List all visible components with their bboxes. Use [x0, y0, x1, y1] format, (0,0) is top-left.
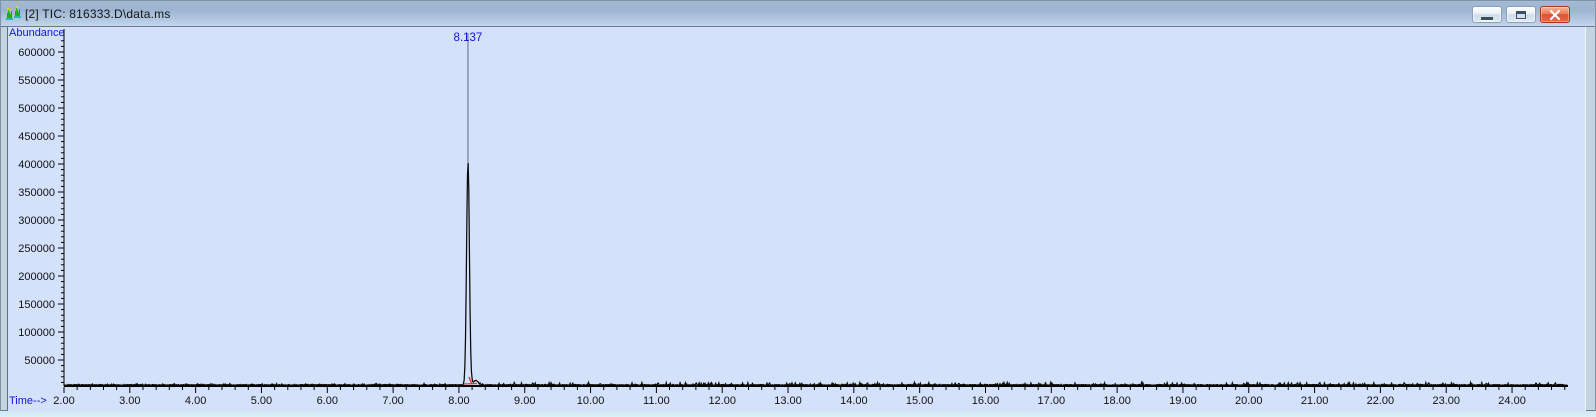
- integration-baseline-mark: [463, 382, 477, 385]
- x-tick-label: 10.00: [577, 395, 605, 407]
- x-tick-label: 6.00: [317, 395, 338, 407]
- tic-trace: [63, 162, 1568, 388]
- y-tick-label: 50000: [24, 355, 55, 367]
- chromatogram-icon: [6, 5, 22, 22]
- y-tick-label: 450000: [18, 131, 55, 143]
- x-tick-label: 3.00: [119, 395, 140, 407]
- y-tick-label: 500000: [18, 103, 55, 115]
- close-button[interactable]: [1540, 6, 1570, 23]
- peak-rt-label: 8.137: [454, 32, 483, 44]
- x-tick-label: 12.00: [708, 395, 736, 407]
- x-tick-label: 2.00: [53, 395, 74, 407]
- minimize-icon: [1481, 16, 1493, 20]
- x-tick-label: 22.00: [1367, 395, 1395, 407]
- window-title: [2] TIC: 816333.D\data.ms: [25, 7, 171, 21]
- restore-icon: [1516, 10, 1526, 19]
- plot-area[interactable]: Abundance Time--> 2.00 3.00 4.00 5.00 6.00 7.…: [7, 27, 1586, 411]
- x-tick-label: 21.00: [1301, 395, 1329, 407]
- chromatogram-plot[interactable]: 2.00 3.00 4.00 5.00 6.00 7.00 8.00 9.00 10.00 11.…: [8, 27, 1585, 411]
- x-axis-title: Time-->: [9, 395, 47, 407]
- y-tick-label: 100000: [18, 327, 55, 339]
- restore-button[interactable]: [1506, 6, 1536, 23]
- x-tick-label: 11.00: [643, 395, 670, 407]
- x-tick-label: 20.00: [1235, 395, 1263, 407]
- x-tick-label: 15.00: [906, 395, 934, 407]
- minimize-button[interactable]: [1472, 6, 1502, 23]
- y-tick-label: 600000: [18, 47, 55, 59]
- y-tick-label: 550000: [18, 75, 55, 87]
- x-tick-label: 19.00: [1169, 395, 1197, 407]
- x-tick-label: 7.00: [382, 395, 403, 407]
- window-controls: [1472, 6, 1570, 23]
- y-tick-label: 150000: [18, 299, 55, 311]
- x-tick-label: 9.00: [514, 395, 535, 407]
- close-icon: [1549, 9, 1561, 20]
- y-axis-title: Abundance: [9, 27, 65, 39]
- x-tick-label: 23.00: [1432, 395, 1460, 407]
- title-bar[interactable]: [2] TIC: 816333.D\data.ms: [1, 1, 1595, 27]
- x-tick-label: 17.00: [1038, 395, 1066, 407]
- x-tick-label: 4.00: [185, 395, 206, 407]
- x-tick-label: 18.00: [1103, 395, 1131, 407]
- y-tick-label: 250000: [18, 243, 55, 255]
- x-tick-label: 14.00: [840, 395, 868, 407]
- x-tick-label: 24.00: [1498, 395, 1526, 407]
- y-tick-label: 200000: [18, 271, 55, 283]
- y-tick-label: 300000: [18, 215, 55, 227]
- y-tick-label: 400000: [18, 159, 55, 171]
- x-tick-label: 5.00: [251, 395, 272, 407]
- x-tick-label: 13.00: [774, 395, 802, 407]
- y-tick-label: 350000: [18, 187, 55, 199]
- chromatogram-window: [2] TIC: 816333.D\data.ms Abundance Time…: [0, 0, 1596, 411]
- x-tick-label: 8.00: [448, 395, 469, 407]
- x-tick-label: 16.00: [972, 395, 1000, 407]
- window-frame-bottom: [0, 411, 1596, 417]
